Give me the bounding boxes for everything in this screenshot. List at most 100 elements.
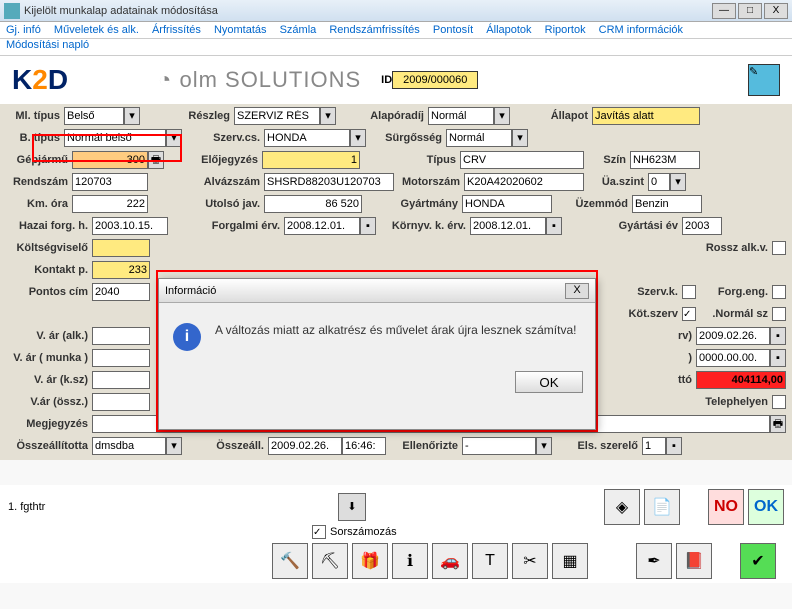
ellenorizte-field[interactable] bbox=[462, 437, 536, 455]
szervcs-dropdown[interactable]: ▾ bbox=[350, 129, 366, 147]
tool-car-icon[interactable]: 🚗 bbox=[432, 543, 468, 579]
menu-nyomtatas[interactable]: Nyomtatás bbox=[214, 24, 267, 36]
toolbar-icon-1[interactable]: ◈ bbox=[604, 489, 640, 525]
elsszerelo-field[interactable] bbox=[642, 437, 666, 455]
uzemmod-field[interactable] bbox=[632, 195, 702, 213]
menu-rendszam[interactable]: Rendszámfrissítés bbox=[329, 24, 419, 36]
tipus-field[interactable] bbox=[460, 151, 584, 169]
var-ossz-field[interactable] bbox=[92, 393, 150, 411]
forgalmierv-btn[interactable]: ▪ bbox=[360, 217, 376, 235]
ml-tipus-field[interactable] bbox=[64, 107, 124, 125]
elsszerelo-btn[interactable]: ▪ bbox=[666, 437, 682, 455]
szervk-check[interactable] bbox=[682, 285, 696, 299]
kornykerv-field[interactable] bbox=[470, 217, 546, 235]
forgeng-check[interactable] bbox=[772, 285, 786, 299]
menu-szamla[interactable]: Számla bbox=[280, 24, 317, 36]
tool-hammer-icon[interactable]: 🔨 bbox=[272, 543, 308, 579]
alvazszam-field[interactable] bbox=[264, 173, 394, 191]
osszeall2-time[interactable] bbox=[342, 437, 386, 455]
rendszam-field[interactable] bbox=[72, 173, 148, 191]
uaszint-field[interactable] bbox=[648, 173, 670, 191]
tool-axe-icon[interactable]: ⛏ bbox=[312, 543, 348, 579]
dialog-close-button[interactable]: X bbox=[565, 283, 589, 299]
menu-allapotok[interactable]: Állapotok bbox=[486, 24, 531, 36]
ellenorizte-dropdown[interactable]: ▾ bbox=[536, 437, 552, 455]
ok-button[interactable]: OK bbox=[748, 489, 784, 525]
kmora-field[interactable] bbox=[72, 195, 148, 213]
normalsz-check[interactable] bbox=[772, 307, 786, 321]
var-alk-label: V. ár (alk.) bbox=[6, 330, 92, 342]
no-button[interactable]: NO bbox=[708, 489, 744, 525]
tool-book-icon[interactable]: 📕 bbox=[676, 543, 712, 579]
menu-arfrissites[interactable]: Árfrissítés bbox=[152, 24, 201, 36]
megjegyzes-btn[interactable]: 🖶 bbox=[770, 415, 786, 433]
rv-date-btn[interactable]: ▪ bbox=[770, 327, 786, 345]
hazaiforg-field[interactable] bbox=[92, 217, 168, 235]
gyartasiev-field[interactable] bbox=[682, 217, 722, 235]
tool-grid-icon[interactable]: ▦ bbox=[552, 543, 588, 579]
close-button[interactable]: X bbox=[764, 3, 788, 19]
alaporadij-dropdown[interactable]: ▾ bbox=[494, 107, 510, 125]
maximize-button[interactable]: □ bbox=[738, 3, 762, 19]
kotszerv-check[interactable] bbox=[682, 307, 696, 321]
alaporadij-field[interactable] bbox=[428, 107, 494, 125]
szervcs-field[interactable] bbox=[264, 129, 350, 147]
uzemmod-label: Üzemmód bbox=[552, 198, 632, 210]
gyartmany-field[interactable] bbox=[462, 195, 552, 213]
tool-green-icon[interactable]: ✔ bbox=[740, 543, 776, 579]
zero-date-btn[interactable]: ▪ bbox=[770, 349, 786, 367]
utolsojav-field[interactable] bbox=[264, 195, 362, 213]
minimize-button[interactable]: — bbox=[712, 3, 736, 19]
tool-scissors-icon[interactable]: ✂ bbox=[512, 543, 548, 579]
var-ksz-field[interactable] bbox=[92, 371, 150, 389]
info-dialog: Információ X i A változás miatt az alkat… bbox=[158, 278, 596, 430]
dialog-ok-button[interactable]: OK bbox=[515, 371, 583, 393]
gepjarmu-btn[interactable]: 🖶 bbox=[148, 151, 164, 169]
var-munka-field[interactable] bbox=[92, 349, 150, 367]
osszeall-field[interactable] bbox=[92, 437, 166, 455]
szervcs-label: Szerv.cs. bbox=[182, 132, 264, 144]
osszeall2-date[interactable] bbox=[268, 437, 342, 455]
menu-muveletek[interactable]: Műveletek és alk. bbox=[54, 24, 139, 36]
elojegyzes-field[interactable] bbox=[262, 151, 360, 169]
menu-gj-info[interactable]: Gj. infó bbox=[6, 24, 41, 36]
toolbar-icon-2[interactable]: 📄 bbox=[644, 489, 680, 525]
koltsegviselo-field[interactable] bbox=[92, 239, 150, 257]
kornykerv-btn[interactable]: ▪ bbox=[546, 217, 562, 235]
gepjarmu-field[interactable] bbox=[72, 151, 148, 169]
menu-crm[interactable]: CRM információk bbox=[599, 24, 683, 36]
reszleg-dropdown[interactable]: ▾ bbox=[320, 107, 336, 125]
osszeall-dropdown[interactable]: ▾ bbox=[166, 437, 182, 455]
edit-button[interactable]: ✎ bbox=[748, 64, 780, 96]
toolbar-row: 🔨 ⛏ 🎁 ℹ 🚗 T ✂ ▦ ✒ 📕 ✔ bbox=[8, 543, 784, 579]
menu-modositasi-naplo[interactable]: Módosítási napló bbox=[6, 39, 89, 51]
uaszint-dropdown[interactable]: ▾ bbox=[670, 173, 686, 191]
b-tipus-field[interactable] bbox=[64, 129, 166, 147]
ml-tipus-dropdown[interactable]: ▾ bbox=[124, 107, 140, 125]
forgalmierv-field[interactable] bbox=[284, 217, 360, 235]
telephelyen-check[interactable] bbox=[772, 395, 786, 409]
uaszint-label: Üa.szint bbox=[584, 176, 648, 188]
var-alk-field[interactable] bbox=[92, 327, 150, 345]
tool-gift-icon[interactable]: 🎁 bbox=[352, 543, 388, 579]
rosszalkv-check[interactable] bbox=[772, 241, 786, 255]
surgosseg-dropdown[interactable]: ▾ bbox=[512, 129, 528, 147]
motorszam-field[interactable] bbox=[464, 173, 584, 191]
szin-field[interactable] bbox=[630, 151, 700, 169]
surgosseg-label: Sürgősség bbox=[366, 132, 446, 144]
rv-date-field[interactable] bbox=[696, 327, 770, 345]
tool-pen-icon[interactable]: ✒ bbox=[636, 543, 672, 579]
down-arrow-button[interactable]: ⬇ bbox=[338, 493, 366, 521]
zero-date-field[interactable] bbox=[696, 349, 770, 367]
tool-info-icon[interactable]: ℹ bbox=[392, 543, 428, 579]
menu-riportok[interactable]: Riportok bbox=[545, 24, 586, 36]
tool-test-icon[interactable]: T bbox=[472, 543, 508, 579]
menu-pontosit[interactable]: Pontosít bbox=[433, 24, 473, 36]
kontaktp-field[interactable] bbox=[92, 261, 150, 279]
sorszamozas-check[interactable] bbox=[312, 525, 326, 539]
menubar: Gj. infó Műveletek és alk. Árfrissítés N… bbox=[0, 22, 792, 39]
b-tipus-dropdown[interactable]: ▾ bbox=[166, 129, 182, 147]
surgosseg-field[interactable] bbox=[446, 129, 512, 147]
reszleg-field[interactable] bbox=[234, 107, 320, 125]
pontoscim-field[interactable] bbox=[92, 283, 150, 301]
